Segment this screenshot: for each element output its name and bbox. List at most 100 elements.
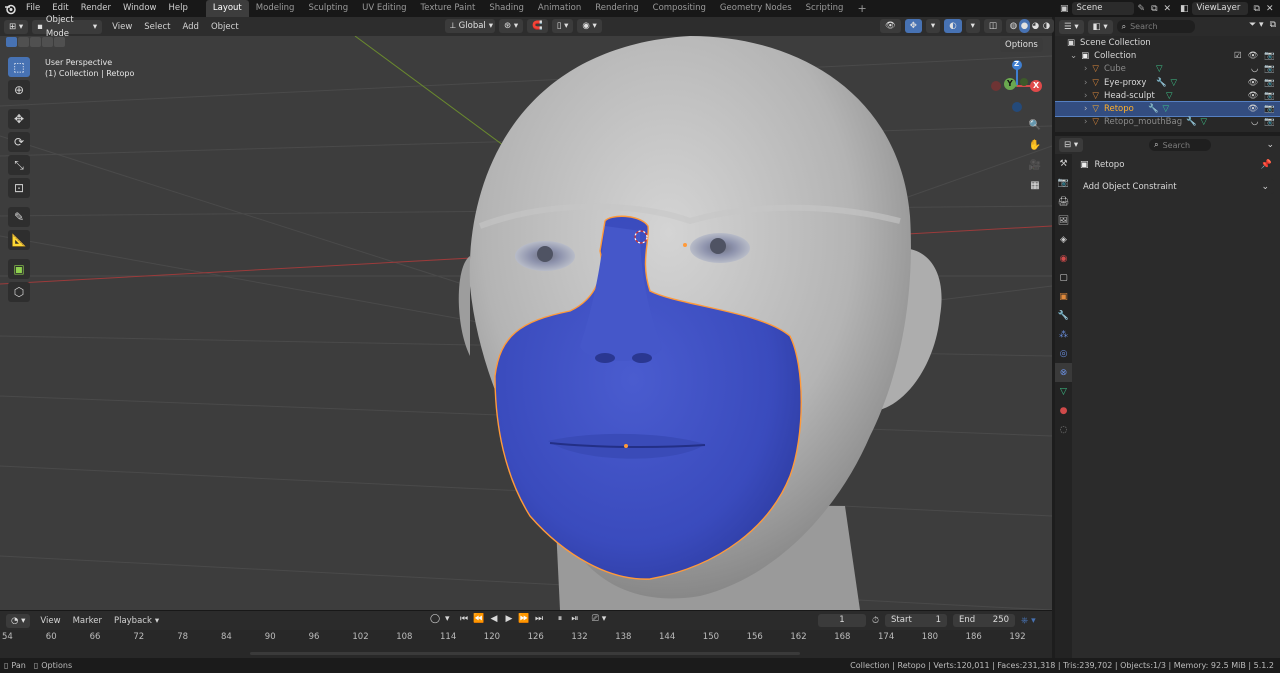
play-icon[interactable]: ▶ [503, 614, 515, 624]
collection-tab-icon[interactable]: ▢ [1055, 268, 1072, 287]
add-object-tool-icon[interactable]: ⬡ [8, 282, 30, 302]
orthographic-grid-icon[interactable]: ▦ [1026, 176, 1044, 194]
object-tab-icon[interactable]: ▣ [1055, 287, 1072, 306]
cursor-tool-icon[interactable]: ⊕ [8, 80, 30, 100]
tab-geometry-nodes[interactable]: Geometry Nodes [713, 0, 799, 17]
3d-viewport[interactable]: User Perspective (1) Collection | Retopo… [0, 36, 1052, 610]
constraints-tab-icon[interactable]: ⊗ [1055, 363, 1072, 382]
select-extend-icon[interactable] [18, 37, 29, 47]
jump-start-icon[interactable]: ⏮ [458, 614, 470, 624]
eye-icon[interactable]: 👁 [1248, 51, 1259, 61]
mode-dropdown[interactable]: ▪ Object Mode ▾ [32, 15, 103, 39]
proportional-edit-button[interactable]: ◉ ▾ [577, 19, 602, 33]
scene-name[interactable]: Scene [1071, 2, 1134, 15]
visibility-button[interactable]: 👁 ▾ [880, 19, 901, 45]
viewport-menu-object[interactable]: Object [205, 22, 245, 32]
viewport-scene[interactable] [0, 36, 1052, 610]
xray-toggle-button[interactable]: ◫ [983, 19, 1002, 33]
select-subtract-icon[interactable] [30, 37, 41, 47]
jump-prev-key-icon[interactable]: ⏪ [473, 614, 485, 624]
physics-tab-icon[interactable]: ◎ [1055, 344, 1072, 363]
tab-layout[interactable]: Layout [205, 0, 249, 17]
outliner-search[interactable]: ⌕ Search [1116, 20, 1195, 33]
select-intersect-icon[interactable] [54, 37, 65, 47]
camera-icon[interactable]: 📷 [1264, 117, 1275, 127]
camera-icon[interactable]: 📷 [1264, 51, 1275, 61]
viewport-menu-select[interactable]: Select [138, 22, 176, 32]
timeline-menu-playback[interactable]: Playback ▾ [108, 616, 165, 626]
output-tab-icon[interactable]: 🖨 [1055, 192, 1072, 211]
chevron-down-icon[interactable]: ⌄ [1266, 140, 1274, 150]
material-shading-icon[interactable]: ◕ [1030, 19, 1041, 33]
properties-editor-type-button[interactable]: ⊟ ▾ [1059, 138, 1084, 152]
pivot-point-button[interactable]: ⊛ ▾ [499, 19, 524, 33]
scene-selector[interactable]: ▣ Scene ✎ ⧉ ✕ [1060, 2, 1171, 15]
menu-help[interactable]: Help [162, 0, 193, 17]
next-frame-icon[interactable]: ⏯ [569, 614, 581, 624]
tab-sculpting[interactable]: Sculpting [301, 0, 355, 17]
tab-animation[interactable]: Animation [531, 0, 588, 17]
tab-compositing[interactable]: Compositing [646, 0, 713, 17]
overlay-dropdown[interactable]: ▾ [965, 19, 980, 33]
measure-tool-icon[interactable]: 📐 [8, 230, 30, 250]
overlay-toggle-button[interactable]: ◐ [944, 19, 962, 33]
outliner-object-cube[interactable]: › ▽ Cube ▽ ◡ 📷 [1055, 63, 1280, 76]
checkbox-icon[interactable]: ☑ [1234, 51, 1242, 61]
eye-icon[interactable]: 👁 [1248, 91, 1259, 101]
eye-closed-icon[interactable]: ◡ [1251, 117, 1258, 127]
world-tab-icon[interactable]: ◉ [1055, 249, 1072, 268]
zoom-icon[interactable]: 🔍 [1026, 116, 1044, 134]
camera-view-icon[interactable]: 🎥 [1026, 156, 1044, 174]
particles-tab-icon[interactable]: ⁂ [1055, 325, 1072, 344]
gizmo-toggle-button[interactable]: ✥ [904, 19, 922, 33]
add-object-constraint-dropdown[interactable]: Add Object Constraint ⌄ [1078, 179, 1274, 194]
rendered-shading-icon[interactable]: ◑ [1041, 19, 1052, 33]
outliner[interactable]: ▣ Scene Collection ⌄ ▣ Collection ☑ 👁 📷 › … [1055, 36, 1280, 132]
chevron-right-icon[interactable]: › [1084, 78, 1087, 88]
camera-icon[interactable]: 📷 [1264, 104, 1275, 114]
move-tool-icon[interactable]: ✥ [8, 109, 30, 129]
chevron-right-icon[interactable]: › [1084, 117, 1087, 127]
play-reverse-icon[interactable]: ◀ [488, 614, 500, 624]
tab-texture-paint[interactable]: Texture Paint [414, 0, 483, 17]
new-scene-icon[interactable]: ⧉ [1151, 4, 1157, 14]
scale-tool-icon[interactable]: ⤡ [8, 155, 30, 175]
solid-shading-icon[interactable]: ● [1018, 19, 1030, 33]
options-dropdown[interactable]: Options [1000, 38, 1047, 52]
select-new-icon[interactable] [6, 37, 17, 47]
blender-logo-icon[interactable] [0, 0, 20, 17]
texture-tab-icon[interactable]: ◌ [1055, 420, 1072, 439]
camera-icon[interactable]: 📷 [1264, 91, 1275, 101]
keying-dropdown[interactable]: ▾ [445, 614, 455, 624]
annotate-tool-icon[interactable]: ✎ [8, 207, 30, 227]
chevron-down-icon[interactable]: ⌄ [1070, 51, 1077, 61]
add-cube-tool-icon[interactable]: ▣ [8, 259, 30, 279]
frame-ruler[interactable]: 54 60 66 72 78 84 90 96 102 108 114 120 126 132 138 144… [0, 630, 1052, 642]
camera-icon[interactable]: 📷 [1264, 64, 1275, 74]
pin-icon[interactable]: ✎ [1138, 4, 1146, 14]
select-box-tool-icon[interactable]: ⬚ [8, 57, 30, 77]
timeline-editor-type-button[interactable]: ◔ ▾ [6, 613, 31, 628]
select-invert-icon[interactable] [42, 37, 53, 47]
timeline-menu-marker[interactable]: Marker [67, 616, 108, 626]
jump-end-icon[interactable]: ⏭ [533, 614, 545, 624]
view-layer-tab-icon[interactable]: 🖼 [1055, 211, 1072, 230]
tab-rendering[interactable]: Rendering [588, 0, 645, 17]
render-tab-icon[interactable]: 📷 [1055, 173, 1072, 192]
transform-orientation-dropdown[interactable]: ⟂ Global ▾ [445, 19, 495, 33]
chevron-right-icon[interactable]: › [1084, 104, 1087, 114]
view-layer-selector[interactable]: ◧ ViewLayer ⧉ ✕ [1180, 2, 1274, 15]
outliner-scene-collection-row[interactable]: ▣ Scene Collection [1055, 36, 1280, 49]
viewport-menu-add[interactable]: Add [177, 22, 205, 32]
pin-icon[interactable]: 📌 [1261, 160, 1272, 170]
wireframe-shading-icon[interactable]: ◍ [1008, 19, 1019, 33]
chevron-right-icon[interactable]: › [1084, 91, 1087, 101]
modifier-tab-icon[interactable]: 🔧 [1055, 306, 1072, 325]
shading-mode-group[interactable]: ◍ ● ◕ ◑ [1005, 19, 1054, 33]
tab-modeling[interactable]: Modeling [249, 0, 302, 17]
transform-tool-icon[interactable]: ⊡ [8, 178, 30, 198]
menu-file[interactable]: File [20, 0, 46, 17]
material-tab-icon[interactable]: ● [1055, 401, 1072, 420]
timeline-area[interactable]: 54 60 66 72 78 84 90 96 102 108 114 120 126 132 138 144… [0, 630, 1052, 658]
snap-toggle-button[interactable]: 🧲 [527, 19, 548, 33]
